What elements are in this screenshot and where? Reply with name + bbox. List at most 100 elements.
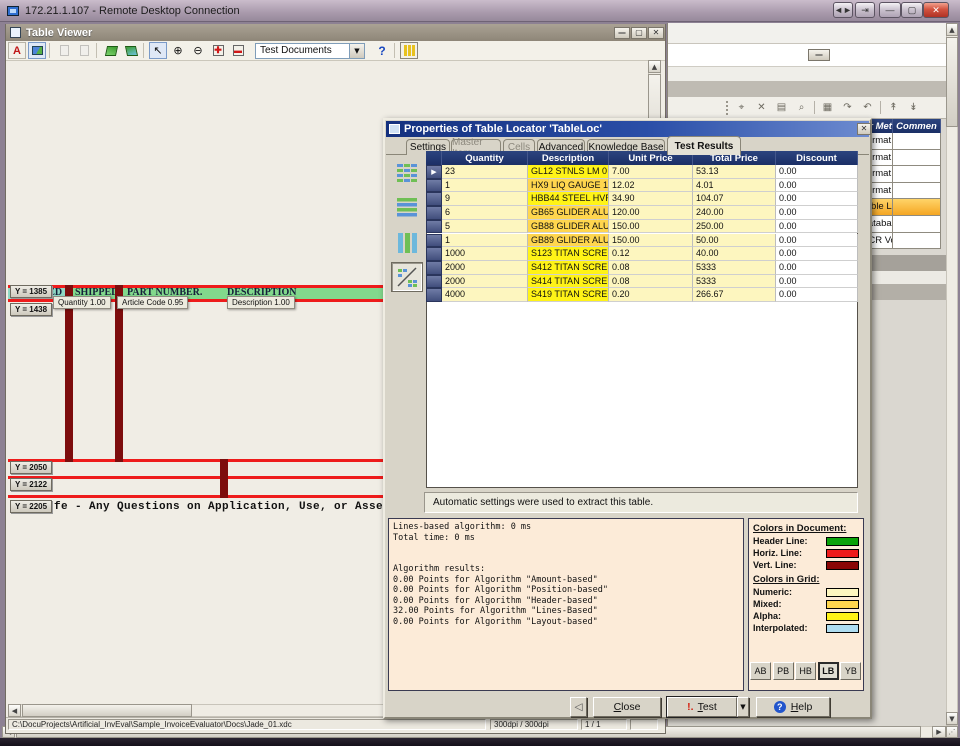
grid-header-quantity[interactable]: Quantity	[442, 151, 528, 165]
grid-cell[interactable]: 6	[442, 206, 528, 220]
rdp-vscrollbar[interactable]	[946, 23, 958, 726]
tv-close-button[interactable]: ✕	[648, 27, 664, 39]
test-doc-icon[interactable]: ▦	[820, 101, 835, 115]
delete-icon[interactable]: ✕	[754, 101, 769, 115]
test-button[interactable]: !.Test	[667, 697, 737, 717]
zoom-out-icon[interactable]: ⊖	[189, 42, 207, 59]
move-up-icon[interactable]: ↟	[886, 101, 901, 115]
locator-row-comment[interactable]	[893, 166, 941, 183]
grid-cell[interactable]: 0.00	[776, 192, 858, 206]
rdp-vscroll-thumb[interactable]	[946, 37, 958, 127]
doc-hscroll-left[interactable]: ◀	[8, 704, 21, 717]
grid-cell[interactable]: HBB44 STEEL HVR	[528, 192, 609, 206]
grid-cell[interactable]: 1	[442, 234, 528, 248]
locator-row-comment[interactable]	[893, 199, 941, 216]
grid-cell[interactable]: 23	[442, 165, 528, 179]
properties-icon[interactable]: ▤	[774, 101, 789, 115]
close-button[interactable]: Close	[593, 697, 661, 717]
rotate-left-icon[interactable]	[102, 42, 120, 59]
test-dropdown-icon[interactable]: ▼	[737, 697, 749, 717]
grid-header-description[interactable]: Description	[528, 151, 609, 165]
grid-row-selector[interactable]	[426, 247, 442, 261]
grid-cell[interactable]: 1000	[442, 247, 528, 261]
grid-cell[interactable]: 5	[442, 220, 528, 234]
tab-test-results[interactable]: Test Results	[667, 136, 741, 155]
rdp-maximize-button[interactable]: ▢	[901, 2, 923, 18]
grid-row-selector[interactable]	[426, 261, 442, 275]
grid-row-selector[interactable]	[426, 179, 442, 193]
table-viewer-titlebar[interactable]: Table Viewer	[6, 24, 665, 41]
grid-cell[interactable]: 0.00	[776, 261, 858, 275]
grid-cell[interactable]: 266.67	[693, 288, 776, 302]
locator-row-comment[interactable]	[893, 150, 941, 167]
grid-cell[interactable]: 0.08	[609, 275, 693, 289]
locator-row-comment[interactable]	[893, 233, 941, 250]
grid-cell[interactable]: 104.07	[693, 192, 776, 206]
combobox-dropdown-icon[interactable]: ▼	[349, 44, 364, 58]
grid-cell[interactable]: 0.00	[776, 275, 858, 289]
algo-button-hb[interactable]: HB	[795, 662, 816, 680]
grid-cell[interactable]: 53.13	[693, 165, 776, 179]
grid-cell[interactable]: 0.00	[776, 165, 858, 179]
cells-view-button[interactable]	[391, 158, 423, 188]
pointer-tool-icon[interactable]: ↖	[149, 42, 167, 59]
image-view-icon[interactable]	[28, 42, 46, 59]
grid-cell[interactable]: 40.00	[693, 247, 776, 261]
grid-cell[interactable]: GB89 GLIDER ALU	[528, 234, 609, 248]
grid-cell[interactable]: 5333	[693, 261, 776, 275]
rows-view-button[interactable]	[391, 192, 423, 222]
doc-vscroll-up[interactable]: ▲	[648, 60, 661, 73]
document-combobox[interactable]: Test Documents ▼	[255, 43, 365, 59]
next-page-icon[interactable]	[75, 42, 93, 59]
algo-button-lb[interactable]: LB	[818, 662, 839, 680]
grid-cell[interactable]: GL12 STNLS LM 0 -	[528, 165, 609, 179]
grid-cell[interactable]: 0.12	[609, 247, 693, 261]
grid-cell[interactable]: 240.00	[693, 206, 776, 220]
rdp-pin-button[interactable]: ◄►	[833, 2, 853, 18]
grid-cell[interactable]: 0.08	[609, 261, 693, 275]
grid-cell[interactable]: 2000	[442, 275, 528, 289]
grid-row-selector[interactable]	[426, 234, 442, 248]
fit-page-icon[interactable]: ✚	[209, 42, 227, 59]
tv-minimize-button[interactable]: —	[614, 27, 630, 39]
rdp-titlebar[interactable]: 172.21.1.107 - Remote Desktop Connection	[0, 0, 960, 22]
locator-row-comment[interactable]	[893, 183, 941, 200]
grid-row-selector[interactable]: ▶	[426, 165, 442, 179]
tv-maximize-button[interactable]: ▢	[631, 27, 647, 39]
grid-cell[interactable]: 0.00	[776, 179, 858, 193]
grid-cell[interactable]: 12.02	[609, 179, 693, 193]
columns-icon[interactable]	[400, 42, 418, 59]
rdp-hscroll-right[interactable]: ▶	[932, 726, 946, 738]
bg-minimize-button[interactable]: —	[808, 49, 830, 61]
rdp-disconnect-button[interactable]: ⇥	[855, 2, 875, 18]
grid-row-selector[interactable]	[426, 288, 442, 302]
grid-cell[interactable]: 0.00	[776, 288, 858, 302]
grid-cell[interactable]: 0.00	[776, 247, 858, 261]
grid-cell[interactable]: 120.00	[609, 206, 693, 220]
grid-row-selector[interactable]	[426, 220, 442, 234]
grid-cell[interactable]: 0.00	[776, 234, 858, 248]
prev-page-icon[interactable]	[55, 42, 73, 59]
grid-cell[interactable]: S123 TITAN SCRE	[528, 247, 609, 261]
grid-cell[interactable]: 1	[442, 179, 528, 193]
grid-cell[interactable]: 0.00	[776, 206, 858, 220]
fit-width-icon[interactable]: ▬	[229, 42, 247, 59]
columns-view-button[interactable]	[391, 228, 423, 258]
grid-cell[interactable]: 150.00	[609, 234, 693, 248]
find-icon[interactable]: ⌖	[734, 101, 749, 115]
move-down-icon[interactable]: ↡	[906, 101, 921, 115]
algo-button-ab[interactable]: AB	[750, 662, 771, 680]
import-icon[interactable]: ↶	[860, 101, 875, 115]
locator-col-2[interactable]: Commen	[893, 119, 941, 133]
grid-cell[interactable]: HX9 LIQ GAUGE 12	[528, 179, 609, 193]
back-button[interactable]: ◁	[570, 697, 587, 717]
font-tool-icon[interactable]: A	[8, 42, 26, 59]
grid-cell[interactable]: S412 TITAN SCRE	[528, 261, 609, 275]
zoom-in-icon[interactable]: ⊕	[169, 42, 187, 59]
grid-cell[interactable]: 4.01	[693, 179, 776, 193]
grid-cell[interactable]: 34.90	[609, 192, 693, 206]
locator-row-comment[interactable]	[893, 216, 941, 233]
rotate-right-icon[interactable]	[122, 42, 140, 59]
grid-cell[interactable]: S419 TITAN SCRE	[528, 288, 609, 302]
grid-cell[interactable]: 4000	[442, 288, 528, 302]
